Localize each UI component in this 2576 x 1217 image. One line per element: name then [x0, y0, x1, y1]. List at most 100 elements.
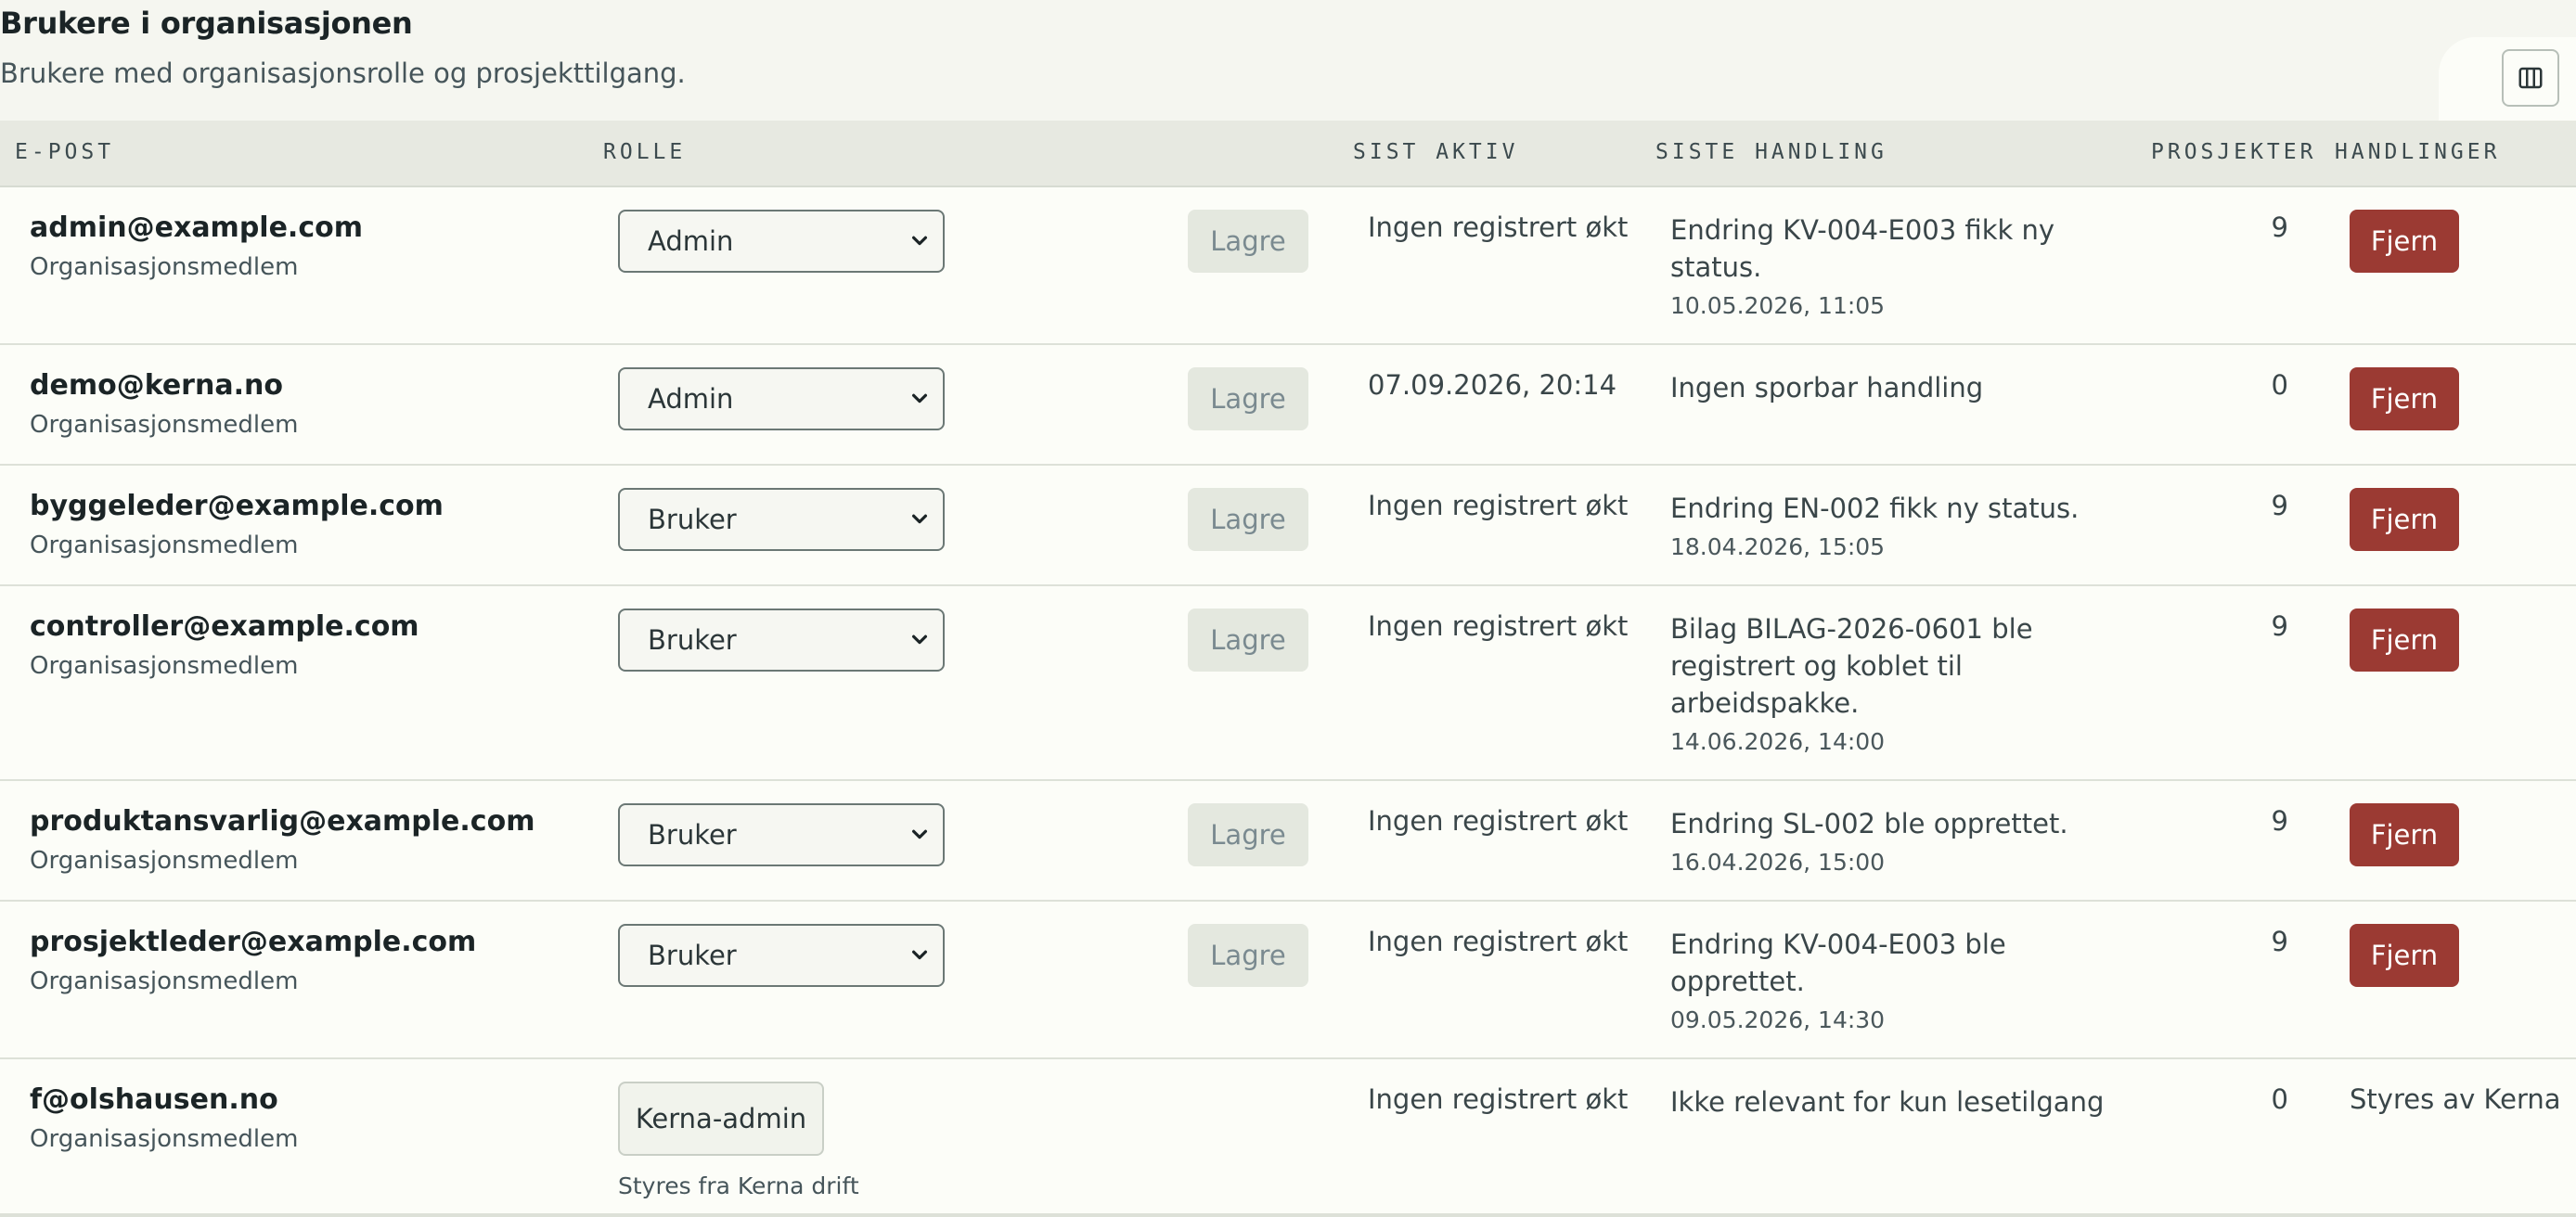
col-header-email[interactable]: E-POST	[15, 140, 114, 164]
last-action: Endring EN-002 fikk ny status. 18.04.202…	[1670, 490, 2116, 562]
project-count: 0	[2271, 1083, 2288, 1115]
user-email: demo@kerna.no	[30, 369, 283, 402]
last-action: Endring KV-004-E003 fikk ny status. 10.0…	[1670, 211, 2116, 321]
user-email: byggeleder@example.com	[30, 490, 444, 522]
role-select[interactable]: Bruker	[618, 803, 945, 866]
last-action-text: Endring EN-002 fikk ny status.	[1670, 493, 2080, 524]
save-button[interactable]: Lagre	[1188, 608, 1308, 672]
table-row: f@olshausen.no Organisasjonsmedlem Kerna-a…	[0, 1059, 2576, 1217]
chevron-down-icon	[911, 236, 928, 246]
table-row: admin@example.com Organisasjonsmedlem Adm…	[0, 187, 2576, 345]
project-count: 9	[2271, 610, 2288, 642]
last-action-text: Ikke relevant for kun lesetilgang	[1670, 1086, 2105, 1118]
table-header: E-POST ROLLE SIST AKTIV SISTE HANDLING P…	[0, 121, 2576, 187]
save-button[interactable]: Lagre	[1188, 488, 1308, 551]
last-action-text: Endring KV-004-E003 ble opprettet.	[1670, 929, 2006, 997]
role-select[interactable]: Bruker	[618, 608, 945, 672]
role-badge: Kerna-admin	[618, 1082, 824, 1156]
chevron-down-icon	[911, 393, 928, 404]
role-select[interactable]: Admin	[618, 367, 945, 430]
page-title: Brukere i organisasjonen	[0, 6, 413, 41]
page-header: Brukere i organisasjonen Brukere med org…	[0, 0, 2576, 124]
project-count: 9	[2271, 490, 2288, 521]
col-header-last-active[interactable]: SIST AKTIV	[1353, 140, 1518, 164]
last-active: Ingen registrert økt	[1368, 490, 1629, 521]
user-membership: Organisasjonsmedlem	[30, 411, 299, 439]
col-header-actions: HANDLINGER	[2335, 140, 2501, 164]
user-email: f@olshausen.no	[30, 1083, 278, 1116]
last-active: Ingen registrert økt	[1368, 805, 1629, 837]
user-membership: Organisasjonsmedlem	[30, 652, 299, 680]
role-select-value: Bruker	[648, 624, 737, 656]
user-email: admin@example.com	[30, 211, 363, 244]
last-active: Ingen registrert økt	[1368, 1083, 1629, 1115]
remove-user-button[interactable]: Fjern	[2350, 608, 2459, 672]
last-action-text: Endring SL-002 ble opprettet.	[1670, 808, 2068, 839]
last-action-date: 16.04.2026, 15:00	[1670, 849, 1886, 876]
user-email: prosjektleder@example.com	[30, 926, 477, 958]
user-membership: Organisasjonsmedlem	[30, 967, 299, 995]
save-button[interactable]: Lagre	[1188, 924, 1308, 987]
user-table-body: admin@example.com Organisasjonsmedlem Adm…	[0, 187, 2576, 1217]
last-active: Ingen registrert økt	[1368, 610, 1629, 642]
user-membership: Organisasjonsmedlem	[30, 253, 299, 281]
table-row: byggeleder@example.com Organisasjonsmedle…	[0, 466, 2576, 586]
last-action: Endring KV-004-E003 ble opprettet. 09.05…	[1670, 926, 2116, 1035]
remove-user-button[interactable]: Fjern	[2350, 803, 2459, 866]
remove-user-button[interactable]: Fjern	[2350, 210, 2459, 273]
user-membership: Organisasjonsmedlem	[30, 847, 299, 875]
last-active: Ingen registrert økt	[1368, 211, 1629, 243]
chevron-down-icon	[911, 829, 928, 839]
col-header-last-action[interactable]: SISTE HANDLING	[1655, 140, 1887, 164]
user-membership: Organisasjonsmedlem	[30, 532, 299, 559]
table-row: produktansvarlig@example.com Organisasjon…	[0, 781, 2576, 902]
save-button[interactable]: Lagre	[1188, 803, 1308, 866]
role-select-value: Admin	[648, 383, 734, 415]
role-select-value: Bruker	[648, 940, 737, 971]
user-email: produktansvarlig@example.com	[30, 805, 535, 838]
role-select-value: Bruker	[648, 819, 737, 851]
columns-icon	[2518, 67, 2543, 89]
last-action: Endring SL-002 ble opprettet. 16.04.2026…	[1670, 805, 2116, 878]
user-email: controller@example.com	[30, 610, 419, 643]
save-button[interactable]: Lagre	[1188, 367, 1308, 430]
role-select[interactable]: Bruker	[618, 488, 945, 551]
role-select[interactable]: Bruker	[618, 924, 945, 987]
role-select[interactable]: Admin	[618, 210, 945, 273]
role-select-value: Bruker	[648, 504, 737, 535]
last-active: Ingen registrert økt	[1368, 926, 1629, 957]
table-row: demo@kerna.no Organisasjonsmedlem Admin L…	[0, 345, 2576, 466]
last-action-date: 14.06.2026, 14:00	[1670, 728, 1886, 755]
table-row: controller@example.com Organisasjonsmedle…	[0, 586, 2576, 781]
remove-user-button[interactable]: Fjern	[2350, 924, 2459, 987]
last-action-date: 18.04.2026, 15:05	[1670, 533, 1886, 560]
page-subtitle: Brukere med organisasjonsrolle og prosje…	[0, 58, 686, 89]
chevron-down-icon	[911, 634, 928, 645]
last-action-date: 10.05.2026, 11:05	[1670, 292, 1886, 319]
last-action-text: Bilag BILAG-2026-0601 ble registrert og …	[1670, 613, 2033, 719]
remove-user-button[interactable]: Fjern	[2350, 488, 2459, 551]
chevron-down-icon	[911, 950, 928, 960]
last-action-date: 09.05.2026, 14:30	[1670, 1006, 1886, 1033]
col-header-projects[interactable]: PROSJEKTER	[2151, 140, 2316, 164]
project-count: 9	[2271, 211, 2288, 243]
last-action: Ingen sporbar handling	[1670, 369, 2116, 406]
last-action: Bilag BILAG-2026-0601 ble registrert og …	[1670, 610, 2116, 757]
role-note: Styres fra Kerna drift	[618, 1172, 859, 1199]
project-count: 0	[2271, 369, 2288, 401]
role-select-value: Admin	[648, 225, 734, 257]
last-active: 07.09.2026, 20:14	[1368, 369, 1617, 401]
user-membership: Organisasjonsmedlem	[30, 1125, 299, 1153]
save-button[interactable]: Lagre	[1188, 210, 1308, 273]
remove-user-button[interactable]: Fjern	[2350, 367, 2459, 430]
col-header-role[interactable]: ROLLE	[603, 140, 686, 164]
project-count: 9	[2271, 805, 2288, 837]
last-action-text: Endring KV-004-E003 fikk ny status.	[1670, 214, 2055, 283]
last-action: Ikke relevant for kun lesetilgang	[1670, 1083, 2116, 1121]
chevron-down-icon	[911, 514, 928, 524]
table-row: prosjektleder@example.com Organisasjonsme…	[0, 902, 2576, 1059]
project-count: 9	[2271, 926, 2288, 957]
last-action-text: Ingen sporbar handling	[1670, 372, 1984, 404]
columns-toggle-button[interactable]	[2502, 49, 2559, 107]
managed-by-kerna: Styres av Kerna	[2350, 1083, 2561, 1115]
